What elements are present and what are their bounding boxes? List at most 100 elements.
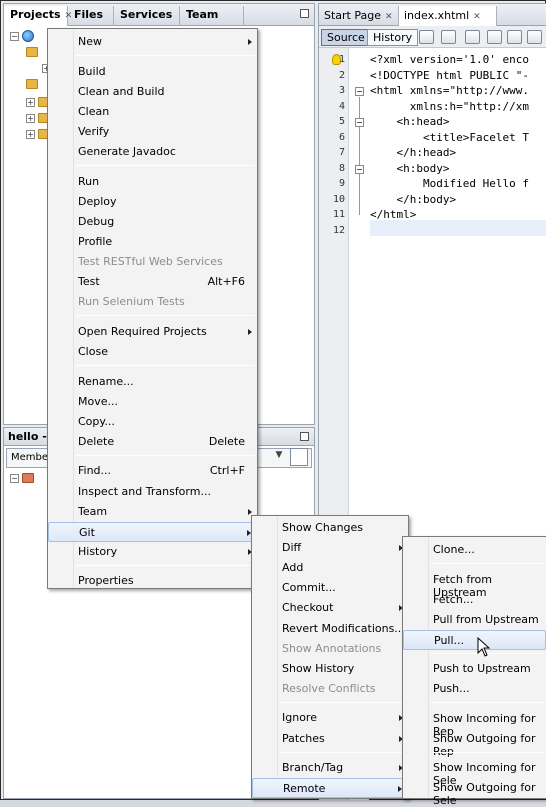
code-line[interactable]: xmlns:h="http://xm	[370, 100, 529, 113]
git-menu-item-branch-tag[interactable]: Branch/Tag	[252, 758, 408, 778]
context-menu-item-history[interactable]: History	[48, 542, 257, 562]
context-menu-item-move[interactable]: Move...	[48, 392, 257, 412]
last-edit-icon[interactable]	[465, 30, 480, 44]
context-menu-item-open-required-projects[interactable]: Open Required Projects	[48, 322, 257, 342]
context-menu-item-verify[interactable]: Verify	[48, 122, 257, 142]
tree-row[interactable]: −	[10, 28, 34, 44]
context-menu-item-close[interactable]: Close	[48, 342, 257, 362]
git-menu-item-show-history[interactable]: Show History	[252, 659, 408, 679]
expand-icon[interactable]: +	[26, 113, 35, 123]
context-menu-item-test[interactable]: Test Alt+F6	[48, 272, 257, 292]
remote-menu-item-show-incoming-for-sele[interactable]: Show Incoming for Sele	[403, 758, 546, 787]
git-menu-item-revert-modifications[interactable]: Revert Modifications...	[252, 619, 408, 639]
remote-menu-item-fetch-from-upstream[interactable]: Fetch from Upstream	[403, 570, 546, 599]
tree-row[interactable]: −	[10, 470, 34, 486]
close-icon[interactable]: ✕	[385, 12, 393, 22]
code-line[interactable]: <h:head>	[370, 115, 449, 128]
line-number: 11	[332, 209, 345, 220]
git-menu-item-diff[interactable]: Diff	[252, 538, 408, 558]
context-menu-item-profile[interactable]: Profile	[48, 232, 257, 252]
expand-icon[interactable]: +	[26, 129, 35, 139]
context-menu-item-debug[interactable]: Debug	[48, 212, 257, 232]
context-menu-item-generate-javadoc[interactable]: Generate Javadoc	[48, 142, 257, 162]
collapse-icon[interactable]: −	[10, 473, 19, 483]
context-menu-item-delete[interactable]: Delete Delete	[48, 432, 257, 452]
code-line[interactable]: Modified Hello f	[370, 177, 529, 190]
source-button[interactable]: Source	[321, 29, 371, 46]
remote-menu-item-pull[interactable]: Pull...	[403, 629, 546, 650]
context-menu-item-new[interactable]: New	[48, 32, 257, 52]
tree-row[interactable]	[26, 44, 38, 60]
minimize-icon[interactable]	[300, 432, 309, 441]
context-menu-item-inspect-and-transform[interactable]: Inspect and Transform...	[48, 482, 257, 502]
tab-team[interactable]: Team	[180, 6, 244, 26]
fold-icon[interactable]: −	[355, 87, 364, 96]
code-line[interactable]: <title>Facelet T	[370, 131, 529, 144]
fold-icon[interactable]: −	[355, 165, 364, 174]
forward-icon[interactable]	[441, 30, 456, 44]
remote-menu-item-pull-from-upstream[interactable]: Pull from Upstream	[403, 610, 546, 630]
submenu-arrow-icon	[248, 508, 252, 515]
tab-services[interactable]: Services	[114, 6, 180, 26]
code-line[interactable]: <?xml version='1.0' enco	[370, 53, 529, 66]
remote-menu-item-show-outgoing-for-sele[interactable]: Show Outgoing for Sele	[403, 778, 546, 807]
git-menu-item-show-changes[interactable]: Show Changes	[252, 518, 408, 538]
find-icon[interactable]	[507, 30, 522, 44]
menu-item-label: Open Required Projects	[78, 324, 207, 338]
collapse-icon[interactable]: −	[10, 31, 19, 41]
git-menu-item-remote[interactable]: Remote	[252, 778, 408, 799]
close-icon[interactable]: ✕	[473, 12, 481, 22]
context-menu-item-clean-and-build[interactable]: Clean and Build	[48, 82, 257, 102]
git-menu-item-ignore[interactable]: Ignore	[252, 708, 408, 728]
filter-icon[interactable]	[290, 448, 308, 466]
menu-item-label: Close	[78, 344, 108, 358]
line-number: 6	[338, 132, 345, 143]
tree-row[interactable]	[26, 76, 38, 92]
menu-separator	[76, 315, 255, 317]
context-menu-item-git[interactable]: Git	[48, 521, 257, 542]
context-menu-item-rename[interactable]: Rename...	[48, 372, 257, 392]
tab-files[interactable]: Files	[68, 6, 114, 26]
toggle-icon[interactable]	[487, 30, 502, 44]
line-number: 1	[338, 54, 345, 65]
context-menu-item-clean[interactable]: Clean	[48, 102, 257, 122]
remote-menu-item-show-outgoing-for-rep[interactable]: Show Outgoing for Rep	[403, 729, 546, 758]
minimize-icon[interactable]	[300, 9, 309, 18]
git-menu-item-add[interactable]: Add	[252, 558, 408, 578]
menu-separator	[431, 702, 544, 703]
context-menu-item-properties[interactable]: Properties	[48, 571, 257, 591]
remote-menu-item-push-to-upstream[interactable]: Push to Upstream	[403, 659, 546, 679]
menu-item-label: Find...	[78, 464, 112, 478]
context-menu-item-team[interactable]: Team	[48, 502, 257, 522]
context-menu-item-run[interactable]: Run	[48, 172, 257, 192]
git-menu-item-commit[interactable]: Commit...	[252, 578, 408, 598]
history-button[interactable]: History	[367, 29, 419, 46]
expand-icon[interactable]: +	[26, 97, 35, 107]
git-menu-item-checkout[interactable]: Checkout	[252, 598, 408, 618]
remote-menu-item-push[interactable]: Push...	[403, 679, 546, 699]
find-selection-icon[interactable]	[527, 30, 542, 44]
code-line[interactable]: <h:body>	[370, 162, 449, 175]
context-menu-item-build[interactable]: Build	[48, 62, 257, 82]
chevron-down-icon[interactable]: ▼	[272, 450, 286, 466]
code-line[interactable]: <!DOCTYPE html PUBLIC "-	[370, 69, 529, 82]
menu-item-label: Ignore	[282, 711, 317, 725]
context-menu-item-deploy[interactable]: Deploy	[48, 192, 257, 212]
context-menu-item-find[interactable]: Find... Ctrl+F	[48, 461, 257, 481]
menu-shortcut: Delete	[208, 434, 245, 448]
menu-separator	[76, 365, 255, 366]
code-line[interactable]: <html xmlns="http://www.	[370, 84, 529, 97]
tab-projects[interactable]: Projects ✕	[4, 6, 72, 26]
remote-menu-item-show-incoming-for-rep[interactable]: Show Incoming for Rep	[403, 709, 546, 738]
tab-index-xhtml[interactable]: index.xhtml ✕	[399, 6, 497, 26]
code-line[interactable]: </html>	[370, 208, 416, 221]
code-line[interactable]: </h:head>	[370, 146, 456, 159]
fold-icon[interactable]: −	[355, 118, 364, 127]
back-icon[interactable]	[419, 30, 434, 44]
remote-menu-item-clone[interactable]: Clone...	[403, 540, 546, 560]
tab-start-page[interactable]: Start Page ✕	[319, 6, 399, 26]
context-menu-item-copy[interactable]: Copy...	[48, 412, 257, 432]
git-menu-item-patches[interactable]: Patches	[252, 729, 408, 749]
code-line[interactable]: </h:body>	[370, 193, 456, 206]
remote-menu-item-fetch[interactable]: Fetch...	[403, 590, 546, 610]
